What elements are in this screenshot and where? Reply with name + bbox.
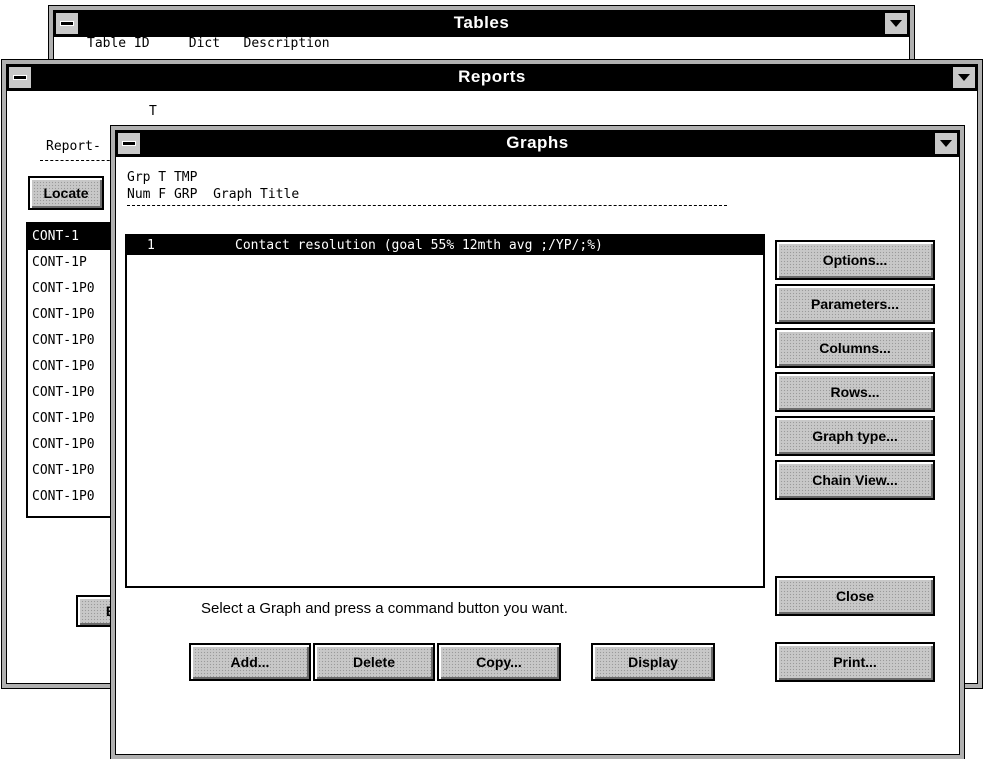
reports-titlebar[interactable]: Reports [6, 64, 978, 91]
print-button[interactable]: Print... [775, 642, 935, 682]
report-list-item[interactable]: CONT-1P0 [28, 432, 124, 458]
minimize-icon[interactable] [884, 12, 908, 35]
graph-list-row[interactable]: 1 Contact resolution (goal 55% 12mth avg … [127, 236, 763, 255]
minimize-icon[interactable] [934, 132, 958, 155]
graph-num: 1 [147, 238, 155, 253]
side-button[interactable]: Parameters... [775, 284, 935, 324]
graphs-window: Graphs Grp T TMP Num F GRP Graph Title 1… [111, 126, 964, 759]
report-label: Report- [46, 139, 101, 154]
report-list-item[interactable]: CONT-1P0 [28, 484, 124, 510]
side-button[interactable]: Options... [775, 240, 935, 280]
system-menu-icon[interactable] [55, 12, 79, 35]
report-divider [40, 160, 120, 161]
report-list-item[interactable]: CONT-1P0 [28, 328, 124, 354]
graph-header-divider [127, 205, 727, 206]
reports-title: Reports [448, 67, 536, 87]
side-button[interactable]: Columns... [775, 328, 935, 368]
text-cursor: T [149, 104, 157, 119]
graph-list[interactable]: 1 Contact resolution (goal 55% 12mth avg … [125, 234, 765, 588]
command-button[interactable]: Copy... [437, 643, 561, 681]
report-list-item[interactable]: CONT-1P0 [28, 302, 124, 328]
tables-titlebar[interactable]: Tables [53, 10, 910, 37]
graphs-title: Graphs [496, 133, 579, 153]
locate-button[interactable]: Locate [28, 176, 104, 210]
command-button[interactable]: Add... [189, 643, 311, 681]
report-list-item[interactable]: CONT-1P0 [28, 458, 124, 484]
side-button[interactable]: Graph type... [775, 416, 935, 456]
graph-header-line2: Num F GRP Graph Title [127, 187, 300, 202]
report-list-item[interactable]: CONT-1P0 [28, 276, 124, 302]
tables-title: Tables [443, 13, 520, 33]
graph-title: Contact resolution (goal 55% 12mth avg ;… [235, 238, 603, 253]
side-button[interactable]: Chain View... [775, 460, 935, 500]
graphs-titlebar[interactable]: Graphs [115, 130, 960, 157]
graph-header-line1: Grp T TMP [127, 170, 198, 185]
system-menu-icon[interactable] [117, 132, 141, 155]
instruction-text: Select a Graph and press a command butto… [201, 600, 568, 617]
report-list-item[interactable]: CONT-1 [28, 224, 124, 250]
system-menu-icon[interactable] [8, 66, 32, 89]
side-button[interactable]: Rows... [775, 372, 935, 412]
report-list-item[interactable]: CONT-1P0 [28, 406, 124, 432]
command-button[interactable]: Display [591, 643, 715, 681]
report-list-item[interactable]: CONT-1P [28, 250, 124, 276]
tables-column-header: Table ID Dict Description [87, 36, 330, 51]
command-button[interactable]: Delete [313, 643, 435, 681]
report-list-item[interactable]: CONT-1P0 [28, 380, 124, 406]
minimize-icon[interactable] [952, 66, 976, 89]
report-list-item[interactable]: CONT-1P0 [28, 354, 124, 380]
close-button[interactable]: Close [775, 576, 935, 616]
